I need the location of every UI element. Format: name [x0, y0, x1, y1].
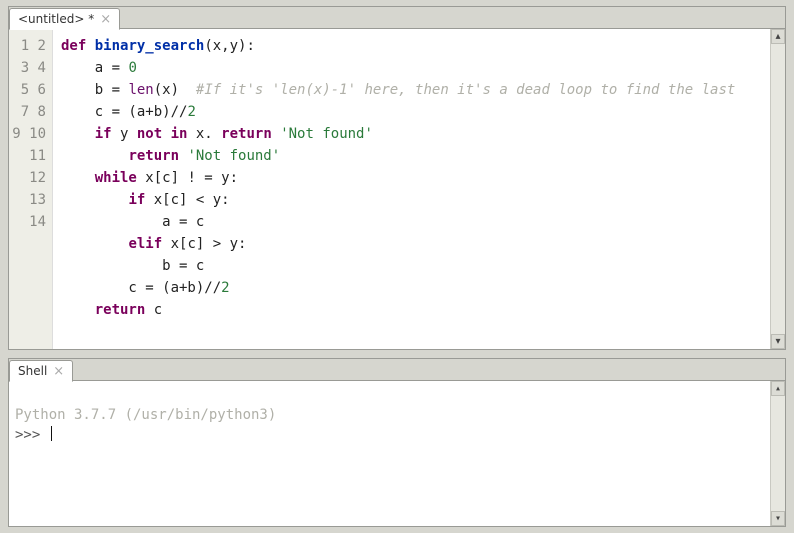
scroll-down-icon[interactable]: ▾ — [771, 334, 785, 349]
editor-scrollbar[interactable]: ▴ ▾ — [770, 29, 785, 349]
code-area[interactable]: def binary_search(x,y): a = 0 b = len(x)… — [53, 29, 785, 349]
shell-tab[interactable]: Shell × — [9, 360, 73, 382]
shell-pane: Shell × Python 3.7.7 (/usr/bin/python3) … — [8, 358, 786, 527]
editor-tab-title: <untitled> * — [18, 12, 94, 26]
scroll-up-icon[interactable]: ▴ — [771, 381, 785, 396]
scroll-down-icon[interactable]: ▾ — [771, 511, 785, 526]
shell-tab-title: Shell — [18, 364, 47, 378]
text-cursor — [51, 426, 52, 441]
shell-prompt: >>> — [15, 427, 40, 443]
app-root: <untitled> * × 1 2 3 4 5 6 7 8 9 10 11 1… — [0, 0, 794, 533]
editor-content: 1 2 3 4 5 6 7 8 9 10 11 12 13 14 def bin… — [9, 28, 785, 349]
editor-tab[interactable]: <untitled> * × — [9, 8, 120, 30]
close-icon[interactable]: × — [53, 365, 64, 378]
shell-area[interactable]: Python 3.7.7 (/usr/bin/python3) >>> ▴ ▾ — [9, 380, 785, 526]
close-icon[interactable]: × — [100, 13, 111, 26]
editor-tabstrip: <untitled> * × — [9, 7, 785, 29]
shell-tabstrip: Shell × — [9, 359, 785, 381]
editor-pane: <untitled> * × 1 2 3 4 5 6 7 8 9 10 11 1… — [8, 6, 786, 350]
line-gutter: 1 2 3 4 5 6 7 8 9 10 11 12 13 14 — [9, 29, 53, 349]
shell-banner: Python 3.7.7 (/usr/bin/python3) — [15, 407, 276, 423]
scroll-up-icon[interactable]: ▴ — [771, 29, 785, 44]
shell-scrollbar[interactable]: ▴ ▾ — [770, 381, 785, 526]
